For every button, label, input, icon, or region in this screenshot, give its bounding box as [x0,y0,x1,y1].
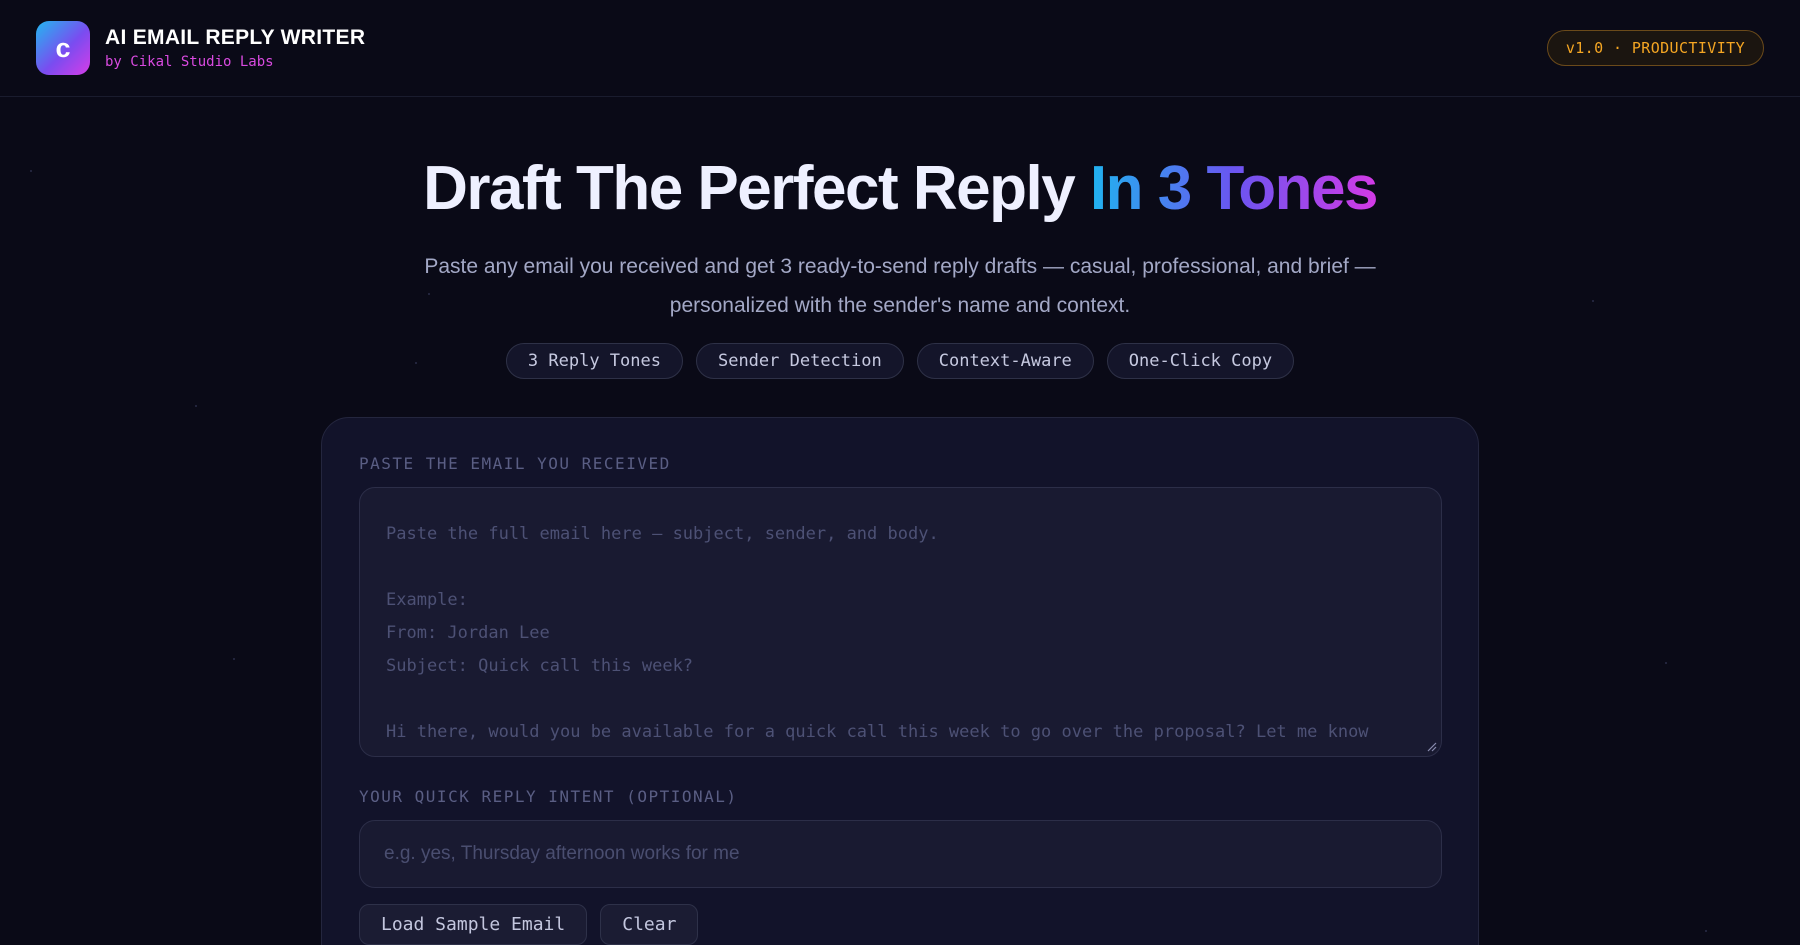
hero-section: Draft The Perfect Reply In 3 Tones Paste… [0,154,1800,380]
feature-chip: Sender Detection [695,343,904,380]
intent-field-label: YOUR QUICK REPLY INTENT (OPTIONAL) [359,787,738,806]
intent-input[interactable]: e.g. yes, Thursday afternoon works for m… [359,820,1442,888]
feature-chips: 3 Reply Tones Sender Detection Context-A… [0,343,1800,380]
hero-description: Paste any email you received and get 3 r… [424,255,1376,318]
hero-title-highlight: In 3 Tones [1089,154,1379,223]
form-actions: Load Sample Email Clear [359,904,1441,945]
logo-icon: c [36,21,90,75]
email-form-card: PASTE THE EMAIL YOU RECEIVED Paste the f… [321,417,1479,945]
resize-handle-icon[interactable] [1427,742,1437,752]
brand-text: AI EMAIL REPLY WRITER by Cikal Studio La… [105,26,365,70]
intent-input-placeholder: e.g. yes, Thursday afternoon works for m… [384,843,740,864]
hero-title-plain: Draft The Perfect Reply [423,154,1090,223]
clear-button[interactable]: Clear [600,904,699,945]
app-header: c AI EMAIL REPLY WRITER by Cikal Studio … [0,0,1800,97]
app-subtitle: by Cikal Studio Labs [105,54,274,70]
feature-chip: One-Click Copy [1106,343,1295,380]
app-title: AI EMAIL REPLY WRITER [105,26,366,49]
hero-title: Draft The Perfect Reply In 3 Tones [0,154,1800,223]
brand[interactable]: c AI EMAIL REPLY WRITER by Cikal Studio … [36,21,365,75]
feature-chip: 3 Reply Tones [505,343,683,380]
feature-chip: Context-Aware [916,343,1094,380]
email-textarea[interactable]: Paste the full email here — subject, sen… [359,487,1442,757]
load-sample-button[interactable]: Load Sample Email [359,904,588,945]
email-textarea-placeholder: Paste the full email here — subject, sen… [386,524,1369,756]
logo-letter: c [55,32,71,63]
version-badge: v1.0 · PRODUCTIVITY [1546,30,1764,66]
email-field-label: PASTE THE EMAIL YOU RECEIVED [359,454,671,473]
